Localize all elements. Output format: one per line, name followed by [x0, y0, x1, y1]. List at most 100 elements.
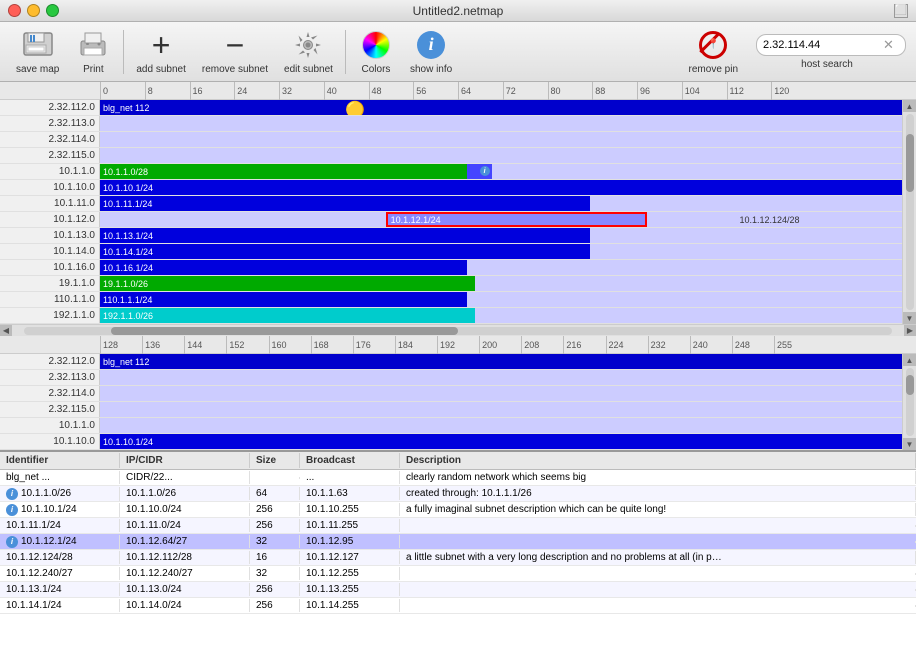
network-row[interactable]: 2.32.115.0	[0, 402, 916, 418]
v-scroll-thumb-2[interactable]	[906, 375, 914, 395]
net-rows-bottom-container: 2.32.112.0blg_net 1122.32.113.02.32.114.…	[0, 354, 916, 450]
v-scroll-thumb[interactable]	[906, 134, 914, 193]
subnet-bar[interactable]: 19.1.1.0/26	[100, 276, 475, 291]
scroll-up-arrow-2[interactable]: ▲	[903, 354, 916, 366]
table-row[interactable]: i10.1.1.0/2610.1.1.0/266410.1.1.63create…	[0, 486, 916, 502]
h-scrollbar-thumb[interactable]	[111, 327, 458, 335]
table-row[interactable]: i10.1.10.1/2410.1.10.0/2425610.1.10.255a…	[0, 502, 916, 518]
subnet-bar[interactable]: 10.1.12.124/28	[736, 212, 899, 227]
remove-subnet-label: remove subnet	[202, 64, 268, 75]
subnet-bar[interactable]: blg_net 112	[100, 354, 916, 369]
subnet-bar[interactable]: 10.1.1.0/28	[100, 164, 467, 179]
table-cell-ip: 10.1.12.64/27	[120, 535, 250, 548]
network-row[interactable]: 110.1.1.0110.1.1.1/24	[0, 292, 916, 308]
table-cell-id: 10.1.13.1/24	[0, 583, 120, 596]
subnet-bar[interactable]: 10.1.13.1/24	[100, 228, 590, 243]
show-info-button[interactable]: i show info	[404, 25, 458, 79]
close-button[interactable]	[8, 4, 21, 17]
table-row[interactable]: 10.1.12.240/2710.1.12.240/273210.1.12.25…	[0, 566, 916, 582]
table-cell-id: 10.1.12.124/28	[0, 551, 120, 564]
network-row[interactable]: 2.32.115.0	[0, 148, 916, 164]
ruler-mark: 120	[771, 82, 816, 100]
scroll-down-arrow-2[interactable]: ▼	[903, 438, 916, 450]
network-row-label: 10.1.16.0	[0, 260, 100, 275]
remove-subnet-button[interactable]: − remove subnet	[196, 25, 274, 79]
network-row-label: 2.32.114.0	[0, 386, 100, 401]
network-row[interactable]: 10.1.10.010.1.10.1/24	[0, 434, 916, 450]
save-map-button[interactable]: save map	[10, 25, 65, 79]
remove-pin-icon: 📍	[697, 29, 729, 61]
network-row[interactable]: 10.1.1.0	[0, 418, 916, 434]
network-row-canvas	[100, 116, 916, 131]
colors-button[interactable]: Colors	[352, 25, 400, 79]
info-button[interactable]: i	[480, 166, 490, 176]
toolbar: save map Print + add subnet − remove sub…	[0, 22, 916, 82]
scroll-left-arrow[interactable]: ◀	[0, 325, 12, 337]
subnet-bar[interactable]: blg_net 112	[100, 100, 916, 115]
table-cell-ip: 10.1.12.240/27	[120, 567, 250, 580]
network-row-label: 2.32.115.0	[0, 402, 100, 417]
save-map-label: save map	[16, 64, 59, 75]
network-row[interactable]: 10.1.13.010.1.13.1/24	[0, 228, 916, 244]
host-search-input[interactable]	[763, 39, 883, 51]
network-row[interactable]: 10.1.11.010.1.11.1/24	[0, 196, 916, 212]
host-search-wrap[interactable]: ✕	[756, 34, 906, 56]
network-row[interactable]: 2.32.113.0	[0, 370, 916, 386]
subnet-bar[interactable]: 10.1.16.1/24	[100, 260, 467, 275]
window-title: Untitled2.netmap	[413, 4, 504, 18]
remove-pin-button[interactable]: 📍 remove pin	[683, 25, 744, 79]
subnet-bar[interactable]: 10.1.11.1/24	[100, 196, 590, 211]
network-row-canvas	[100, 418, 916, 433]
table-row[interactable]: i10.1.12.1/2410.1.12.64/273210.1.12.95	[0, 534, 916, 550]
network-row-canvas	[100, 148, 916, 163]
subnet-bar[interactable]: 10.1.14.1/24	[100, 244, 590, 259]
table-row[interactable]: 10.1.13.1/2410.1.13.0/2425610.1.13.255	[0, 582, 916, 598]
network-row-canvas	[100, 386, 916, 401]
network-row-label: 2.32.112.0	[0, 354, 100, 369]
table-row[interactable]: 10.1.11.1/2410.1.11.0/2425610.1.11.255	[0, 518, 916, 534]
print-button[interactable]: Print	[69, 25, 117, 79]
table-cell-size: 64	[250, 487, 300, 500]
search-clear-button[interactable]: ✕	[883, 37, 894, 53]
scroll-down-arrow[interactable]: ▼	[903, 312, 916, 324]
network-row[interactable]: 10.1.1.010.1.1.0/28i	[0, 164, 916, 180]
network-row[interactable]: 10.1.10.010.1.10.1/24	[0, 180, 916, 196]
network-row[interactable]: 10.1.14.010.1.14.1/24	[0, 244, 916, 260]
scroll-up-arrow[interactable]: ▲	[903, 100, 916, 112]
table-row[interactable]: blg_net ...CIDR/22......clearly random n…	[0, 470, 916, 486]
network-row[interactable]: 2.32.114.0	[0, 386, 916, 402]
table-row[interactable]: 10.1.12.124/2810.1.12.112/281610.1.12.12…	[0, 550, 916, 566]
subnet-bar[interactable]: 10.1.10.1/24	[100, 180, 916, 195]
network-row[interactable]: 19.1.1.019.1.1.0/26	[0, 276, 916, 292]
network-row[interactable]: 2.32.113.0	[0, 116, 916, 132]
network-row[interactable]: 192.1.1.0192.1.1.0/26	[0, 308, 916, 324]
ruler-mark: 232	[648, 336, 690, 354]
edit-subnet-label: edit subnet	[284, 64, 333, 75]
subnet-bar[interactable]: 192.1.1.0/26	[100, 308, 475, 323]
scroll-right-arrow[interactable]: ▶	[904, 325, 916, 337]
table-row[interactable]: 10.1.14.1/2410.1.14.0/2425610.1.14.255	[0, 598, 916, 614]
subnet-bar[interactable]: i	[467, 164, 491, 179]
network-row[interactable]: 2.32.114.0	[0, 132, 916, 148]
subnet-bar[interactable]: 110.1.1.1/24	[100, 292, 467, 307]
network-row[interactable]: 10.1.16.010.1.16.1/24	[0, 260, 916, 276]
ruler-mark: 40	[324, 82, 369, 100]
table-cell-broadcast: 10.1.10.255	[300, 503, 400, 516]
right-scrollbar-bottom[interactable]: ▲ ▼	[902, 354, 916, 450]
edit-subnet-button[interactable]: edit subnet	[278, 25, 339, 79]
subnet-bar[interactable]: 10.1.10.1/24	[100, 434, 916, 449]
minimize-button[interactable]	[27, 4, 40, 17]
col-header-ip: IP/CIDR	[120, 453, 250, 468]
network-row[interactable]: 2.32.112.0blg_net 112🟡	[0, 100, 916, 116]
print-label: Print	[83, 64, 104, 75]
table-cell-size: 32	[250, 567, 300, 580]
add-subnet-button[interactable]: + add subnet	[130, 25, 192, 79]
network-row-canvas: 10.1.12.1/24 10.1.12.124/28	[100, 212, 916, 227]
subnet-bar[interactable]: 10.1.12.1/24	[386, 212, 647, 227]
ruler-mark: 168	[311, 336, 353, 354]
ruler-mark: 240	[690, 336, 732, 354]
right-scrollbar-top[interactable]: ▲ ▼	[902, 100, 916, 324]
maximize-button[interactable]	[46, 4, 59, 17]
network-row[interactable]: 10.1.12.010.1.12.1/2410.1.12.124/28	[0, 212, 916, 228]
network-row[interactable]: 2.32.112.0blg_net 112	[0, 354, 916, 370]
